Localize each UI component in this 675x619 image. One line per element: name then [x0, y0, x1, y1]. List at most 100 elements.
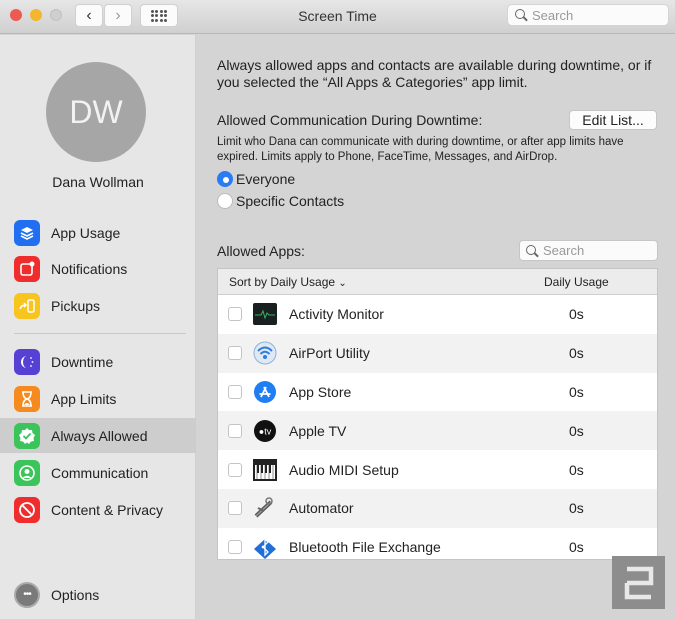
search-icon — [514, 8, 528, 22]
app-usage: 0s — [569, 383, 584, 400]
forward-button[interactable]: › — [104, 4, 132, 27]
sidebar-item-label: Communication — [51, 464, 149, 481]
table-row[interactable]: AirPort Utility 0s — [218, 333, 657, 373]
app-usage: 0s — [569, 539, 584, 556]
zoom-window-button[interactable] — [50, 9, 62, 21]
minimize-window-button[interactable] — [30, 9, 42, 21]
activity-monitor-icon — [253, 302, 277, 326]
sort-dropdown[interactable]: Sort by Daily Usage ⌄ — [229, 275, 347, 289]
sidebar-item-app-limits[interactable]: App Limits — [0, 381, 196, 416]
sidebar-item-label: App Usage — [51, 224, 121, 241]
preferences-search-field[interactable]: Search — [507, 4, 669, 26]
app-usage: 0s — [569, 345, 584, 362]
checkmark-badge-icon — [14, 422, 40, 449]
app-name: AirPort Utility — [289, 345, 370, 362]
app-usage: 0s — [569, 306, 584, 323]
sidebar-item-pickups[interactable]: Pickups — [0, 288, 196, 323]
sidebar-item-content-privacy[interactable]: Content & Privacy — [0, 492, 196, 527]
person-circle-icon — [14, 459, 40, 486]
chevron-right-icon: › — [115, 6, 121, 24]
checkbox[interactable] — [228, 423, 242, 438]
table-row[interactable]: ●tv Apple TV 0s — [218, 411, 657, 451]
table-row[interactable]: App Store 0s — [218, 373, 657, 412]
engadget-logo-icon — [612, 556, 665, 609]
apps-search-field[interactable]: Search — [519, 240, 658, 261]
notification-badge-icon — [14, 255, 40, 282]
app-usage: 0s — [569, 500, 584, 517]
radio-everyone[interactable]: Everyone — [217, 171, 295, 187]
user-name: Dana Wollman — [52, 174, 144, 190]
checkbox[interactable] — [228, 501, 242, 516]
svg-text:●tv: ●tv — [259, 426, 272, 436]
checkbox[interactable] — [228, 346, 242, 361]
edit-list-button[interactable]: Edit List... — [569, 110, 657, 130]
sidebar-item-label: App Limits — [51, 390, 117, 407]
sidebar-item-notifications[interactable]: Notifications — [0, 251, 196, 286]
sidebar-item-app-usage[interactable]: App Usage — [0, 215, 196, 250]
grid-icon — [150, 9, 168, 22]
allowed-apps-label: Allowed Apps: — [217, 243, 305, 259]
radio-label: Specific Contacts — [236, 193, 345, 209]
hourglass-icon — [14, 385, 40, 412]
chevron-left-icon: ‹ — [86, 6, 92, 24]
sidebar-divider — [14, 333, 186, 334]
sidebar: DW Dana Wollman App Usage Notifications … — [0, 35, 196, 619]
sidebar-item-label: Always Allowed — [51, 427, 148, 444]
allowed-apps-table: Sort by Daily Usage ⌄ Daily Usage Activi… — [217, 268, 658, 560]
avatar[interactable]: DW — [46, 62, 146, 162]
table-row[interactable]: Audio MIDI Setup 0s — [218, 450, 657, 489]
table-row[interactable]: Bluetooth File Exchange 0s — [218, 528, 657, 559]
options-button[interactable]: ••• Options — [0, 577, 196, 612]
radio-label: Everyone — [236, 171, 296, 187]
app-name: Automator — [289, 500, 354, 517]
automator-icon — [253, 496, 277, 520]
search-placeholder: Search — [543, 243, 585, 258]
daily-usage-header[interactable]: Daily Usage — [544, 275, 609, 289]
apple-tv-icon: ●tv — [253, 419, 277, 443]
back-button[interactable]: ‹ — [75, 4, 103, 27]
app-usage: 0s — [569, 422, 584, 439]
checkbox[interactable] — [228, 462, 242, 477]
sidebar-item-label: Pickups — [51, 297, 101, 314]
prohibited-icon — [14, 496, 40, 523]
sidebar-item-label: Downtime — [51, 353, 114, 370]
app-store-icon — [253, 380, 277, 404]
audio-midi-icon — [253, 458, 277, 482]
app-name: Activity Monitor — [289, 306, 384, 323]
app-name: Apple TV — [289, 422, 347, 439]
bluetooth-file-exchange-icon — [253, 535, 277, 559]
radio-specific-contacts[interactable]: Specific Contacts — [217, 193, 344, 209]
communication-description: Limit who Dana can communicate with duri… — [217, 136, 624, 163]
airport-utility-icon — [253, 341, 277, 365]
title-bar: ‹ › Screen Time Search — [0, 0, 675, 34]
table-row[interactable]: Automator 0s — [218, 488, 657, 528]
app-name: Audio MIDI Setup — [289, 461, 399, 478]
downtime-moon-icon — [14, 348, 40, 375]
checkbox[interactable] — [228, 540, 242, 555]
layers-icon — [14, 219, 40, 246]
search-icon — [525, 244, 539, 258]
pickup-phone-icon — [14, 292, 40, 319]
intro-text: Always allowed apps and contacts are ava… — [217, 57, 652, 90]
radio-button[interactable] — [217, 193, 233, 209]
table-header: Sort by Daily Usage ⌄ Daily Usage — [218, 269, 657, 295]
table-row[interactable]: Activity Monitor 0s — [218, 295, 657, 334]
options-label: Options — [51, 586, 100, 603]
allowed-communication-label: Allowed Communication During Downtime: — [217, 112, 483, 128]
sidebar-item-always-allowed[interactable]: Always Allowed — [0, 418, 196, 453]
sidebar-item-label: Notifications — [51, 260, 128, 277]
checkbox[interactable] — [228, 384, 242, 399]
app-name: Bluetooth File Exchange — [289, 539, 441, 556]
chevron-down-icon: ⌄ — [338, 277, 347, 289]
checkbox[interactable] — [228, 307, 242, 322]
close-window-button[interactable] — [10, 9, 22, 21]
show-all-button[interactable] — [140, 4, 178, 27]
ellipsis-circle-icon: ••• — [14, 581, 40, 608]
app-usage: 0s — [569, 461, 584, 478]
app-name: App Store — [289, 383, 352, 400]
sidebar-item-downtime[interactable]: Downtime — [0, 344, 196, 379]
sidebar-item-label: Content & Privacy — [51, 501, 164, 518]
sidebar-item-communication[interactable]: Communication — [0, 455, 196, 490]
main-panel: Always allowed apps and contacts are ava… — [197, 35, 675, 619]
radio-button-selected[interactable] — [217, 171, 233, 187]
